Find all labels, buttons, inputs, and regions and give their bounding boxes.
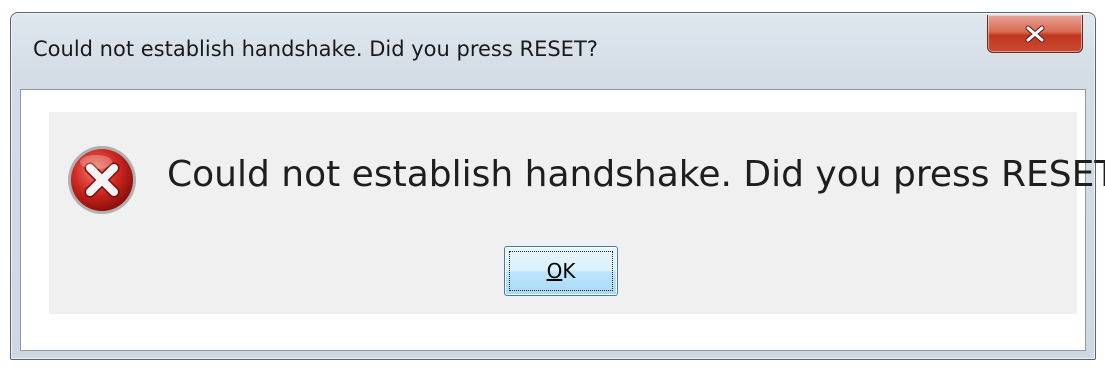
dialog-client-area: Could not establish handshake. Did you p… xyxy=(20,89,1105,351)
error-icon xyxy=(66,144,138,216)
title-bar[interactable]: Could not establish handshake. Did you p… xyxy=(11,13,1095,89)
close-icon xyxy=(1024,25,1046,43)
dialog-window: Could not establish handshake. Did you p… xyxy=(10,12,1105,360)
ok-button[interactable]: OK xyxy=(504,246,618,296)
focus-rectangle xyxy=(509,251,613,291)
close-button[interactable] xyxy=(987,15,1083,53)
error-message: Could not establish handshake. Did you p… xyxy=(167,154,1105,195)
message-panel: Could not establish handshake. Did you p… xyxy=(49,112,1105,314)
window-title: Could not establish handshake. Did you p… xyxy=(33,37,598,61)
